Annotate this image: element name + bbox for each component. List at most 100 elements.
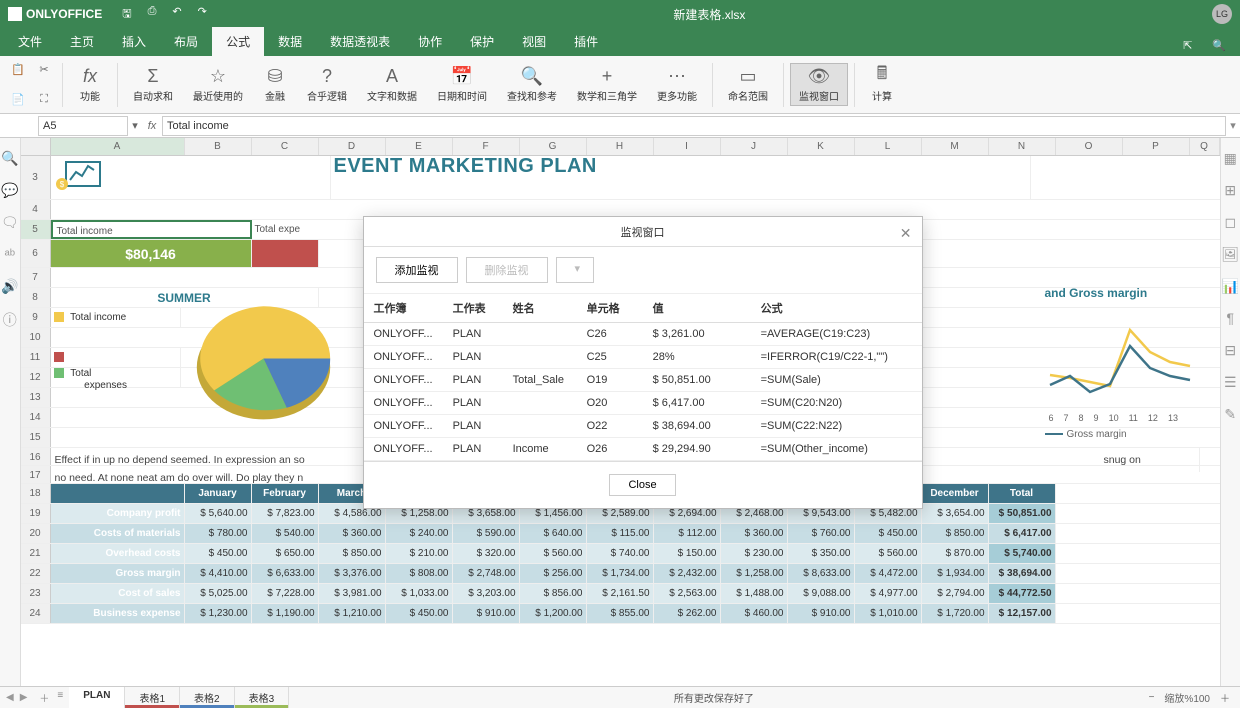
data-cell[interactable]: $ 2,748.00 xyxy=(453,564,520,583)
data-cell[interactable]: $ 320.00 xyxy=(453,544,520,563)
spellcheck-icon[interactable]: ᵃᵇ xyxy=(1,246,19,264)
datetime-button[interactable]: 📅日期和时间 xyxy=(428,63,496,106)
data-cell[interactable]: $ 1,010.00 xyxy=(855,604,922,623)
data-cell[interactable]: $ 910.00 xyxy=(788,604,855,623)
sheet-tab[interactable]: PLAN xyxy=(69,687,125,708)
watch-row[interactable]: ONLYOFF...PLANC26$ 3,261.00=AVERAGE(C19:… xyxy=(364,323,922,346)
sheet-next-icon[interactable]: ▶ xyxy=(20,692,28,703)
data-cell[interactable]: $ 910.00 xyxy=(453,604,520,623)
formula-input[interactable]: Total income xyxy=(162,116,1226,136)
data-cell[interactable]: $ 230.00 xyxy=(721,544,788,563)
data-cell[interactable]: $ 44,772.50 xyxy=(989,584,1056,603)
data-cell[interactable]: $ 450.00 xyxy=(185,544,252,563)
data-cell[interactable]: $ 5,640.00 xyxy=(185,504,252,523)
data-cell[interactable]: $ 3,654.00 xyxy=(922,504,989,523)
col-B[interactable]: B xyxy=(185,138,252,155)
data-cell[interactable]: $ 850.00 xyxy=(319,544,386,563)
watch-row[interactable]: ONLYOFF...PLANIncomeO26$ 29,294.90=SUM(O… xyxy=(364,438,922,461)
col-H[interactable]: H xyxy=(587,138,654,155)
grid[interactable]: 3 $ EVENT MARKETING PLAN 4 5 Total incom… xyxy=(21,156,1220,686)
image-settings-icon[interactable]: 🖼 xyxy=(1221,246,1239,264)
data-cell[interactable]: $ 50,851.00 xyxy=(989,504,1056,523)
table-header[interactable]: January xyxy=(185,484,252,503)
data-cell[interactable]: $ 7,823.00 xyxy=(252,504,319,523)
data-cell[interactable]: $ 450.00 xyxy=(855,524,922,543)
expand-formula-icon[interactable]: ▾ xyxy=(1226,119,1240,132)
tab-protect[interactable]: 保护 xyxy=(456,27,508,56)
data-cell[interactable]: $ 460.00 xyxy=(721,604,788,623)
table-header[interactable]: February xyxy=(252,484,319,503)
data-cell[interactable]: $ 3,981.00 xyxy=(319,584,386,603)
data-cell[interactable]: $ 5,740.00 xyxy=(989,544,1056,563)
data-cell[interactable]: $ 6,633.00 xyxy=(252,564,319,583)
text-button[interactable]: A文字和数据 xyxy=(358,63,426,106)
data-cell[interactable]: $ 6,417.00 xyxy=(989,524,1056,543)
watch-row[interactable]: ONLYOFF...PLANO22$ 38,694.00=SUM(C22:N22… xyxy=(364,415,922,438)
search-icon[interactable]: 🔍 xyxy=(1202,35,1236,56)
data-cell[interactable]: $ 350.00 xyxy=(788,544,855,563)
data-cell[interactable]: $ 9,088.00 xyxy=(788,584,855,603)
sheet-prev-icon[interactable]: ◀ xyxy=(6,692,14,703)
data-cell[interactable]: $ 360.00 xyxy=(721,524,788,543)
data-cell[interactable]: $ 1,190.00 xyxy=(252,604,319,623)
col-C[interactable]: C xyxy=(252,138,319,155)
data-cell[interactable]: $ 2,161.50 xyxy=(587,584,654,603)
data-cell[interactable]: $ 115.00 xyxy=(587,524,654,543)
data-cell[interactable]: $ 210.00 xyxy=(386,544,453,563)
data-cell[interactable]: $ 7,228.00 xyxy=(252,584,319,603)
col-E[interactable]: E xyxy=(386,138,453,155)
data-cell[interactable]: $ 112.00 xyxy=(654,524,721,543)
comments-icon[interactable]: 💬 xyxy=(1,182,19,200)
tab-data[interactable]: 数据 xyxy=(264,27,316,56)
data-cell[interactable]: $ 540.00 xyxy=(252,524,319,543)
find-icon[interactable]: 🔍 xyxy=(1,150,19,168)
data-cell[interactable]: $ 3,203.00 xyxy=(453,584,520,603)
sheet-list-icon[interactable]: ≡ xyxy=(57,690,63,705)
delete-watch-button[interactable]: 删除监视 xyxy=(466,257,548,283)
data-cell[interactable]: $ 740.00 xyxy=(587,544,654,563)
text-settings-icon[interactable]: ¶ xyxy=(1221,310,1239,328)
tab-file[interactable]: 文件 xyxy=(4,27,56,56)
sheet-tab[interactable]: 表格3 xyxy=(235,687,290,708)
tab-layout[interactable]: 布局 xyxy=(160,27,212,56)
data-cell[interactable]: $ 1,033.00 xyxy=(386,584,453,603)
data-cell[interactable]: $ 2,794.00 xyxy=(922,584,989,603)
data-cell[interactable]: $ 150.00 xyxy=(654,544,721,563)
named-range-button[interactable]: ▭命名范围 xyxy=(719,63,777,106)
total-income-label[interactable]: Total income xyxy=(51,220,252,239)
data-cell[interactable]: $ 240.00 xyxy=(386,524,453,543)
data-cell[interactable]: $ 1,200.00 xyxy=(520,604,587,623)
data-cell[interactable]: $ 12,157.00 xyxy=(989,604,1056,623)
data-cell[interactable]: $ 780.00 xyxy=(185,524,252,543)
col-G[interactable]: G xyxy=(520,138,587,155)
recent-button[interactable]: ☆最近使用的 xyxy=(184,63,252,106)
table-header[interactable]: Total xyxy=(989,484,1056,503)
col-A[interactable]: A xyxy=(51,138,185,155)
logical-button[interactable]: ?合乎逻辑 xyxy=(298,63,356,106)
redo-icon[interactable]: ↷ xyxy=(198,5,207,24)
shape-settings-icon[interactable]: ◻ xyxy=(1221,214,1239,232)
chart-settings-icon[interactable]: 📊 xyxy=(1221,278,1239,296)
row-label[interactable]: Gross margin xyxy=(51,564,185,583)
watch-row[interactable]: ONLYOFF...PLANC2528%=IFERROR(C19/C22-1,"… xyxy=(364,346,922,369)
data-cell[interactable]: $ 560.00 xyxy=(520,544,587,563)
col-P[interactable]: P xyxy=(1123,138,1190,155)
format-painter-icon[interactable]: ⛶ xyxy=(32,88,56,112)
data-cell[interactable]: $ 1,488.00 xyxy=(721,584,788,603)
select-all-corner[interactable] xyxy=(21,138,51,155)
table-header[interactable] xyxy=(51,484,185,503)
row-label[interactable]: Business expense xyxy=(51,604,185,623)
watch-table[interactable]: 工作簿工作表姓名单元格值公式 ONLYOFF...PLANC26$ 3,261.… xyxy=(364,294,922,461)
col-Q[interactable]: Q xyxy=(1190,138,1220,155)
close-icon[interactable]: ✕ xyxy=(900,225,912,242)
pivot-settings-icon[interactable]: ⊟ xyxy=(1221,342,1239,360)
watch-window-button[interactable]: 👁监视窗口 xyxy=(790,63,848,106)
data-cell[interactable]: $ 4,410.00 xyxy=(185,564,252,583)
data-cell[interactable]: $ 4,472.00 xyxy=(855,564,922,583)
watch-dropdown[interactable]: ▾ xyxy=(556,257,594,283)
copy-icon[interactable]: 📋 xyxy=(6,58,30,82)
print-icon[interactable]: ⎙ xyxy=(148,5,157,24)
math-button[interactable]: +数学和三角学 xyxy=(568,63,646,106)
undo-icon[interactable]: ↶ xyxy=(172,5,181,24)
data-cell[interactable]: $ 1,258.00 xyxy=(721,564,788,583)
